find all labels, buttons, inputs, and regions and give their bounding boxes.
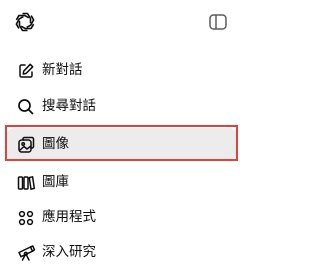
sidebar-item-label: 新對話 <box>42 62 83 78</box>
sidebar-item-label: 搜尋對話 <box>42 98 96 114</box>
sidebar-item-new-chat[interactable]: 新對話 <box>6 54 238 87</box>
image-icon <box>16 135 36 155</box>
sidebar-item-label: 深入研究 <box>42 244 96 260</box>
library-icon <box>16 173 36 193</box>
sidebar-item-deep-research[interactable]: 深入研究 <box>6 236 238 269</box>
sidebar-item-label: 圖庫 <box>42 174 69 190</box>
sidebar-item-apps[interactable]: 應用程式 <box>6 201 238 234</box>
edit-icon <box>16 61 36 81</box>
sidebar-item-label: 應用程式 <box>42 209 96 225</box>
sidebar-header <box>0 0 246 44</box>
sidebar-item-images[interactable]: 圖像 <box>6 128 238 161</box>
sidebar-toggle-icon[interactable] <box>207 12 229 32</box>
apps-grid-icon <box>16 208 36 228</box>
sidebar-item-label: 圖像 <box>42 136 69 152</box>
sidebar: 新對話 搜尋對話 圖像 圖庫 應用程式 深入研究 <box>0 0 246 267</box>
telescope-icon <box>16 243 36 263</box>
openai-logo-icon[interactable] <box>13 10 37 34</box>
sidebar-item-search-chats[interactable]: 搜尋對話 <box>6 90 238 123</box>
search-icon <box>16 97 36 117</box>
sidebar-item-library[interactable]: 圖庫 <box>6 166 238 199</box>
